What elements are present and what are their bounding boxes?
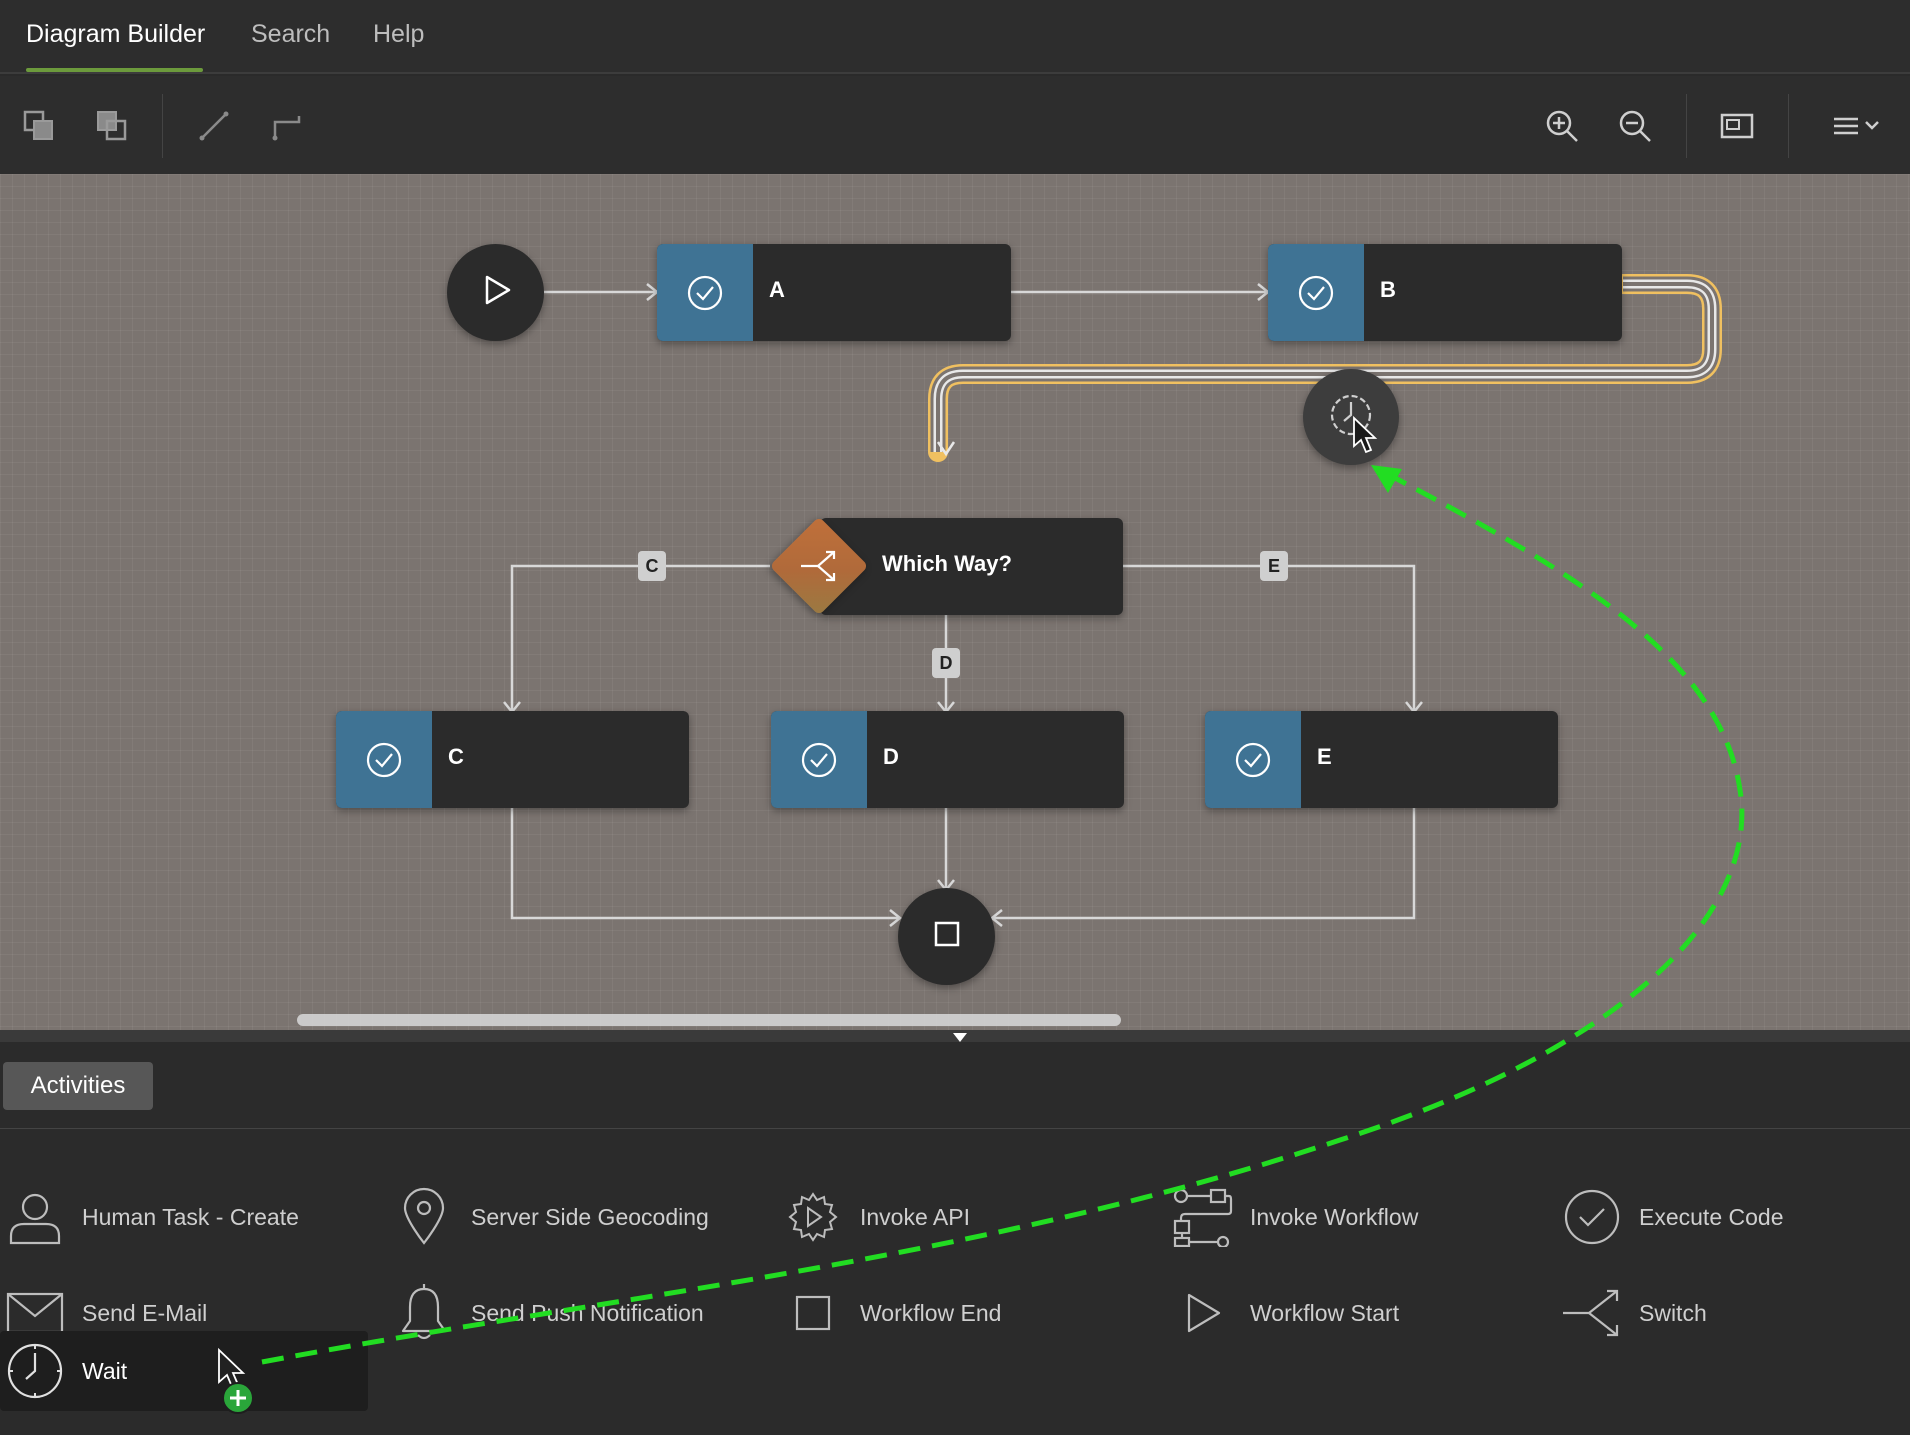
node-label: E <box>1317 744 1332 769</box>
straight-connector-icon[interactable] <box>192 104 236 148</box>
activity-server-side-geocoding[interactable]: Server Side Geocoding <box>391 1177 709 1257</box>
gear-play-icon <box>780 1184 846 1250</box>
switch-icon <box>796 546 842 586</box>
workflow-icon <box>1170 1184 1236 1250</box>
user-icon <box>2 1184 68 1250</box>
toolbar <box>0 76 1910 174</box>
activity-node-e[interactable]: E <box>1205 711 1558 808</box>
activity-human-task-create[interactable]: Human Task - Create <box>2 1177 299 1257</box>
clock-icon <box>2 1338 68 1404</box>
activity-label: Workflow End <box>860 1299 1002 1326</box>
bell-icon <box>391 1280 457 1346</box>
toolbar-divider <box>1686 94 1687 158</box>
edge-label-d[interactable]: D <box>932 648 960 678</box>
activity-switch[interactable]: Switch <box>1559 1273 1707 1353</box>
activity-workflow-end[interactable]: Workflow End <box>780 1273 1001 1353</box>
connector-c-end <box>510 807 898 920</box>
tab-diagram-builder[interactable]: Diagram Builder <box>26 20 205 49</box>
send-backward-icon[interactable] <box>90 104 134 148</box>
activity-label: Human Task - Create <box>82 1203 299 1230</box>
activity-execute-code[interactable]: Execute Code <box>1559 1177 1783 1257</box>
wait-drop-target[interactable] <box>1303 369 1399 465</box>
stop-icon <box>931 918 963 955</box>
activity-label: Invoke API <box>860 1203 970 1230</box>
zoom-in-icon[interactable] <box>1540 104 1584 148</box>
toolbar-divider <box>1788 94 1789 158</box>
activity-invoke-api[interactable]: Invoke API <box>780 1177 970 1257</box>
switch-icon <box>1559 1280 1625 1346</box>
bring-forward-icon[interactable] <box>17 104 61 148</box>
activity-wait[interactable]: Wait <box>0 1331 368 1411</box>
activity-node-a[interactable]: A <box>657 244 1011 341</box>
elbow-connector-icon[interactable] <box>265 104 309 148</box>
check-circle-icon <box>336 711 432 808</box>
activity-label: Send E-Mail <box>82 1299 208 1326</box>
activity-node-d[interactable]: D <box>771 711 1124 808</box>
square-icon <box>780 1280 846 1346</box>
activity-node-c[interactable]: C <box>336 711 689 808</box>
zoom-out-icon[interactable] <box>1613 104 1657 148</box>
diagram-canvas[interactable]: A B Which Way? C D E C D E <box>0 174 1910 1030</box>
node-label: A <box>769 277 785 302</box>
activity-label: Switch <box>1639 1299 1707 1326</box>
tab-bar: Diagram Builder Search Help <box>0 0 1910 74</box>
start-node[interactable] <box>447 244 544 341</box>
connector-switch-c <box>510 564 770 710</box>
node-label: Which Way? <box>882 551 1012 576</box>
check-circle-icon <box>1205 711 1301 808</box>
activity-workflow-start[interactable]: Workflow Start <box>1170 1273 1399 1353</box>
activity-invoke-workflow[interactable]: Invoke Workflow <box>1170 1177 1418 1257</box>
palette-divider <box>0 1128 1910 1129</box>
clock-icon <box>1328 392 1374 443</box>
play-icon <box>1170 1280 1236 1346</box>
activity-label: Execute Code <box>1639 1203 1784 1230</box>
play-icon <box>478 272 514 313</box>
connector-switch-e <box>1123 564 1416 710</box>
activity-label: Invoke Workflow <box>1250 1203 1419 1230</box>
active-tab-indicator <box>26 68 203 72</box>
connector-e-end <box>994 807 1416 920</box>
activity-label: Send Push Notification <box>471 1299 704 1326</box>
tab-activities[interactable]: Activities <box>3 1062 153 1110</box>
collapse-arrow-icon[interactable] <box>953 1030 967 1042</box>
activity-label: Server Side Geocoding <box>471 1203 709 1230</box>
toolbar-divider <box>162 94 163 158</box>
end-node[interactable] <box>898 888 995 985</box>
menu-icon[interactable] <box>1828 104 1890 148</box>
check-circle-icon <box>771 711 867 808</box>
fit-screen-icon[interactable] <box>1715 104 1759 148</box>
check-circle-icon <box>657 244 753 341</box>
check-circle-icon <box>1559 1184 1625 1250</box>
activity-node-b[interactable]: B <box>1268 244 1622 341</box>
activities-palette: Activities Human Task - Create Server Si… <box>0 1042 1910 1435</box>
activity-label: Wait <box>82 1357 128 1384</box>
edge-label-c[interactable]: C <box>638 551 666 581</box>
check-circle-icon <box>1268 244 1364 341</box>
horizontal-scrollbar[interactable] <box>297 1014 1121 1026</box>
map-pin-icon <box>391 1184 457 1250</box>
tab-search[interactable]: Search <box>251 20 330 49</box>
tab-help[interactable]: Help <box>373 20 424 49</box>
node-label: C <box>448 744 464 769</box>
node-label: D <box>883 744 899 769</box>
edge-label-e[interactable]: E <box>1260 551 1288 581</box>
activity-send-push-notification[interactable]: Send Push Notification <box>391 1273 704 1353</box>
node-label: B <box>1380 277 1396 302</box>
activity-label: Workflow Start <box>1250 1299 1400 1326</box>
